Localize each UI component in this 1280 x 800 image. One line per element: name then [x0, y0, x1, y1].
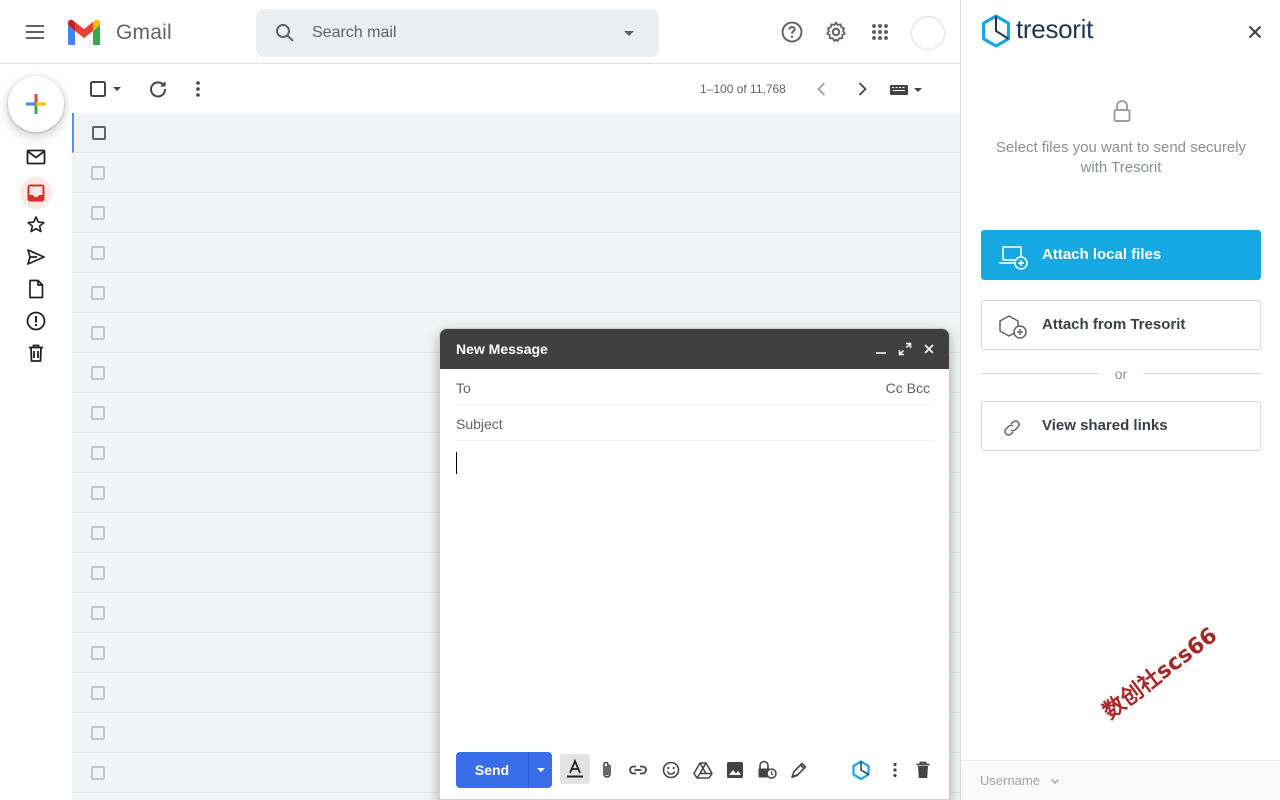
compose-button[interactable] [8, 76, 64, 132]
nav-starred-icon[interactable] [24, 213, 48, 237]
more-options-icon[interactable] [186, 77, 210, 101]
help-icon[interactable] [780, 20, 804, 44]
row-checkbox[interactable] [91, 606, 105, 620]
lock-icon [1112, 98, 1132, 124]
pagination-count: 1–100 of 11,768 [700, 82, 786, 96]
laptop-add-icon [998, 244, 1028, 270]
row-checkbox[interactable] [91, 246, 105, 260]
attach-local-files-button[interactable]: Attach local files [981, 230, 1261, 280]
nav-sent-icon[interactable] [24, 245, 48, 269]
send-button[interactable]: Send [456, 752, 528, 788]
confidential-mode-icon[interactable] [756, 759, 778, 781]
view-shared-links-button[interactable]: View shared links [981, 401, 1261, 451]
row-checkbox[interactable] [92, 126, 106, 140]
row-checkbox[interactable] [91, 446, 105, 460]
tresorit-logo-icon [981, 14, 1011, 48]
row-checkbox[interactable] [91, 646, 105, 660]
tresorit-brand: tresorit [1016, 14, 1094, 44]
insert-emoji-icon[interactable] [660, 759, 682, 781]
attach-from-tresorit-button[interactable]: Attach from Tresorit [981, 300, 1261, 350]
minimize-icon[interactable] [873, 341, 889, 357]
apps-grid-icon[interactable] [868, 20, 892, 44]
account-footer: Username [961, 760, 1280, 800]
link-icon [998, 415, 1028, 441]
row-checkbox[interactable] [91, 366, 105, 380]
select-dropdown-icon[interactable] [108, 77, 124, 101]
search-icon[interactable] [273, 21, 297, 45]
input-tools-keyboard-icon[interactable] [888, 77, 928, 101]
insert-link-icon[interactable] [627, 759, 649, 781]
row-checkbox[interactable] [91, 726, 105, 740]
account-avatar[interactable] [911, 16, 945, 50]
gmail-header: Gmail [0, 0, 960, 64]
row-checkbox[interactable] [91, 286, 105, 300]
main-menu-icon[interactable] [20, 17, 50, 47]
to-field[interactable]: To Cc Bcc [456, 369, 934, 405]
older-page-icon[interactable] [850, 77, 874, 101]
close-panel-icon[interactable] [1245, 22, 1265, 42]
google-drive-icon[interactable] [692, 759, 714, 781]
refresh-icon[interactable] [146, 77, 170, 101]
nav-mail-icon[interactable] [24, 145, 48, 169]
to-label: To [456, 380, 471, 396]
fullscreen-icon[interactable] [897, 341, 913, 357]
attach-from-tresorit-label: Attach from Tresorit [1042, 316, 1186, 333]
or-label: or [1114, 366, 1128, 382]
row-checkbox[interactable] [91, 486, 105, 500]
insert-signature-icon[interactable] [788, 759, 810, 781]
compose-header[interactable]: New Message [440, 329, 949, 369]
gmail-logo-icon[interactable] [66, 19, 102, 47]
body-text-cursor[interactable] [456, 452, 457, 474]
send-options-icon[interactable] [528, 752, 552, 788]
row-checkbox[interactable] [91, 406, 105, 420]
nav-drafts-icon[interactable] [24, 277, 48, 301]
username-dropdown[interactable]: Username [980, 773, 1040, 788]
attach-file-icon[interactable] [596, 759, 618, 781]
gmail-logo-text: Gmail [116, 21, 172, 44]
compose-title: New Message [456, 341, 548, 357]
tresorit-instructions: Select files you want to send securely w… [995, 139, 1247, 176]
row-checkbox[interactable] [91, 526, 105, 540]
attach-local-files-label: Attach local files [1042, 246, 1162, 263]
close-compose-icon[interactable] [921, 341, 937, 357]
row-checkbox[interactable] [91, 206, 105, 220]
or-divider: or [981, 364, 1261, 384]
mail-row[interactable] [72, 273, 960, 313]
formatting-options-icon[interactable] [560, 754, 590, 784]
mail-row[interactable] [72, 233, 960, 273]
compose-more-options-icon[interactable] [884, 759, 906, 781]
cc-bcc-link[interactable]: Cc Bcc [886, 380, 930, 396]
nav-spam-icon[interactable] [24, 309, 48, 333]
discard-draft-icon[interactable] [912, 759, 934, 781]
row-checkbox[interactable] [91, 566, 105, 580]
divider-line-right [1143, 373, 1261, 374]
search-options-dropdown-icon[interactable] [617, 21, 641, 45]
mail-row[interactable] [72, 113, 960, 153]
chevron-down-icon[interactable] [1049, 775, 1061, 787]
tresorit-addon-icon[interactable] [850, 759, 872, 781]
view-shared-links-label: View shared links [1042, 417, 1168, 434]
search-input[interactable] [312, 21, 612, 45]
row-checkbox[interactable] [91, 326, 105, 340]
subject-field[interactable]: Subject [456, 405, 934, 441]
row-checkbox[interactable] [91, 766, 105, 780]
select-all-checkbox[interactable] [86, 77, 110, 101]
insert-photo-icon[interactable] [724, 759, 746, 781]
search-bar[interactable] [256, 9, 659, 57]
mail-toolbar: 1–100 of 11,768 [72, 65, 960, 113]
settings-gear-icon[interactable] [824, 20, 848, 44]
row-checkbox[interactable] [91, 686, 105, 700]
send-group: Send [456, 752, 552, 788]
row-checkbox[interactable] [91, 166, 105, 180]
compose-window: New Message To Cc Bcc Subject Send [439, 328, 950, 800]
mail-row[interactable] [72, 153, 960, 193]
subject-label: Subject [456, 416, 503, 432]
nav-trash-icon[interactable] [24, 341, 48, 365]
nav-inbox-icon[interactable] [20, 177, 52, 209]
newer-page-icon[interactable] [810, 77, 834, 101]
tresorit-add-icon [998, 314, 1028, 340]
mail-row[interactable] [72, 193, 960, 233]
compose-plus-icon [26, 94, 46, 114]
